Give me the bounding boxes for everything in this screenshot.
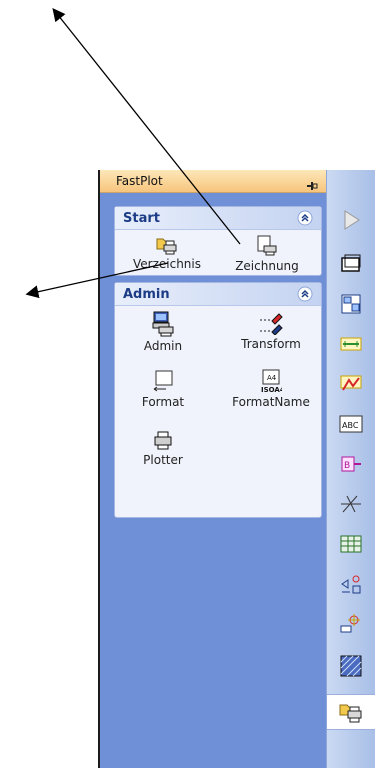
svg-text:A4: A4 [267, 374, 277, 382]
measure-icon[interactable] [339, 572, 363, 596]
panel-header: FastPlot [100, 170, 326, 193]
fill-pattern-icon[interactable] [339, 654, 363, 678]
tool-label-zeichnung: Zeichnung [235, 259, 299, 273]
tool-label-verzeichnis: Verzeichnis [132, 257, 201, 271]
window-icon[interactable] [339, 252, 363, 276]
fastplot-panel: FastPlot Start Verzeichnis Zeichnung Adm… [100, 170, 326, 768]
admin-group: Admin Admin Transform Format A4 ISOA For… [114, 282, 322, 518]
svg-text:B: B [344, 461, 350, 471]
table-grid-icon[interactable] [339, 532, 363, 556]
pen-transform-icon [227, 311, 315, 335]
label-tag-icon[interactable]: B [339, 452, 363, 476]
start-group-header[interactable]: Start [115, 207, 321, 230]
svg-text:ISOA4: ISOA4 [261, 386, 282, 393]
play-arrow-icon[interactable] [339, 208, 363, 232]
printer-icon [123, 431, 203, 451]
layout-icon[interactable] [339, 292, 363, 316]
format-sheet-icon [123, 369, 203, 393]
folder-printer-icon [127, 235, 207, 255]
tool-formatname[interactable]: A4 ISOA4 FormatName [227, 369, 315, 409]
tool-zeichnung[interactable]: Zeichnung [227, 235, 307, 273]
vertical-toolbar: ABC B [326, 170, 375, 768]
hatch-icon[interactable] [339, 492, 363, 516]
start-group-title: Start [123, 211, 160, 226]
abc-text-icon[interactable]: ABC [339, 412, 363, 436]
admin-group-header[interactable]: Admin [115, 283, 321, 306]
document-printer-icon [227, 235, 307, 257]
collapse-admin-icon[interactable] [297, 286, 313, 302]
dimension-icon[interactable] [339, 332, 363, 356]
fastplot-printer-icon [339, 704, 362, 723]
admin-group-title: Admin [123, 287, 170, 302]
redline-icon[interactable] [339, 372, 363, 396]
tool-label-plotter: Plotter [143, 453, 183, 467]
tool-format[interactable]: Format [123, 369, 203, 409]
svg-text:ABC: ABC [342, 421, 359, 430]
tool-verzeichnis[interactable]: Verzeichnis [127, 235, 207, 271]
crosshair-icon[interactable] [339, 612, 363, 636]
iso-a4-icon: A4 ISOA4 [227, 369, 315, 393]
pin-icon[interactable] [306, 176, 318, 190]
collapse-start-icon[interactable] [297, 210, 313, 226]
panel-title: FastPlot [116, 174, 163, 188]
tool-label-formatname: FormatName [232, 395, 310, 409]
tool-label-admin: Admin [143, 339, 183, 353]
tool-admin[interactable]: Admin [123, 311, 203, 353]
computer-printer-icon [123, 311, 203, 337]
tool-plotter[interactable]: Plotter [123, 431, 203, 467]
fastplot-printer-button[interactable] [327, 694, 375, 730]
tool-label-format: Format [141, 395, 185, 409]
tool-transform[interactable]: Transform [227, 311, 315, 351]
start-group: Start Verzeichnis Zeichnung [114, 206, 322, 276]
tool-label-transform: Transform [241, 337, 301, 351]
